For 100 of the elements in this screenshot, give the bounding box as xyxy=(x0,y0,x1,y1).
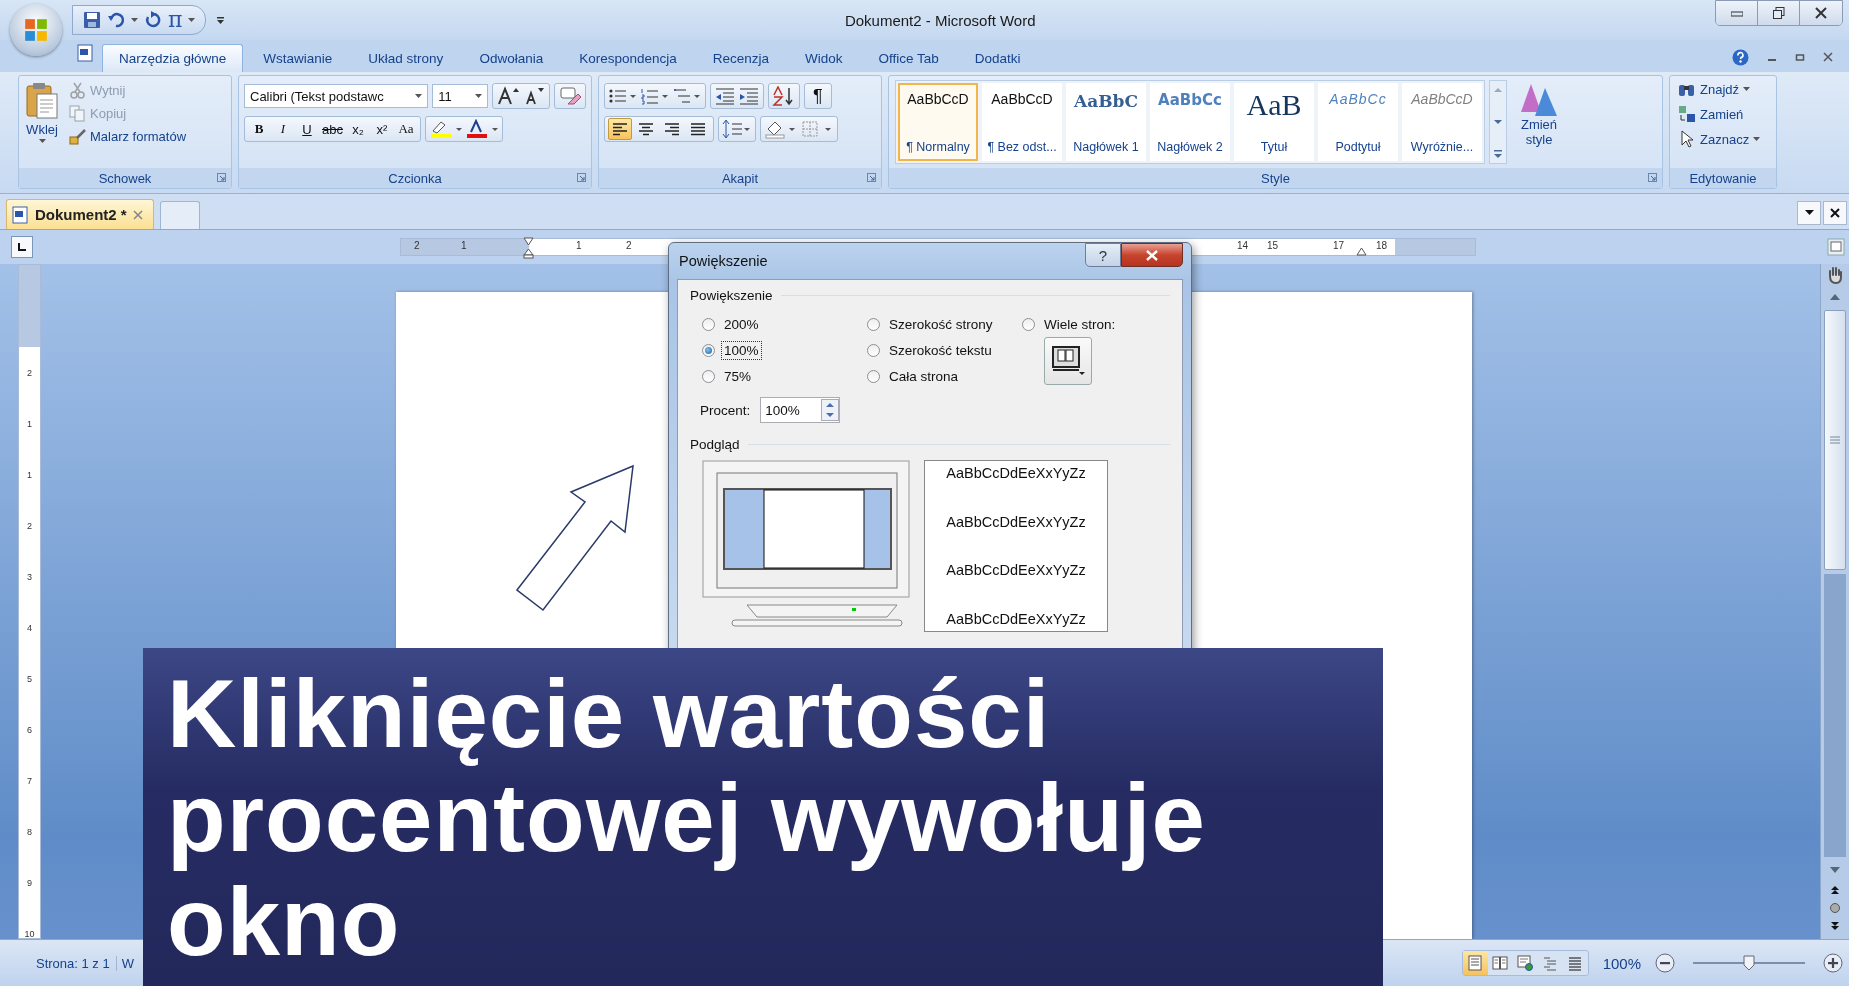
tab-selector-button[interactable] xyxy=(11,236,33,258)
zoom-out-icon[interactable] xyxy=(1655,953,1675,973)
indent-marker-icon[interactable] xyxy=(523,237,534,259)
grow-font-icon[interactable] xyxy=(496,86,520,106)
radio-button[interactable] xyxy=(867,343,880,357)
align-left-button[interactable] xyxy=(608,118,632,140)
ruler-toggle-icon[interactable] xyxy=(1827,238,1845,256)
ribbon-tab[interactable]: Korespondencja xyxy=(563,44,693,72)
many-pages-button[interactable] xyxy=(1044,337,1092,385)
font-name-field[interactable]: Calibri (Tekst podstawc xyxy=(244,84,429,108)
decrease-indent-icon[interactable] xyxy=(714,86,736,106)
format-button[interactable]: abc xyxy=(320,118,345,140)
option-label[interactable]: Cała strona xyxy=(886,366,962,386)
close-icon[interactable] xyxy=(132,209,143,220)
percent-field[interactable]: 100% xyxy=(760,397,841,423)
redo-icon[interactable] xyxy=(144,11,162,29)
style-tile[interactable]: AaBbC Nagłówek 1 xyxy=(1066,83,1146,161)
radio-button[interactable] xyxy=(702,369,715,383)
ribbon-tab[interactable]: Narzędzia główne xyxy=(102,44,244,72)
brush-icon[interactable] xyxy=(69,128,86,145)
caret-icon[interactable] xyxy=(188,17,196,23)
numbering-icon[interactable] xyxy=(640,86,670,106)
equation-button[interactable]: π xyxy=(168,9,183,31)
option-label[interactable]: Szerokość tekstu xyxy=(886,340,995,360)
restore-icon[interactable] xyxy=(1795,52,1805,62)
radio-button[interactable] xyxy=(867,369,880,383)
style-tile[interactable]: AaBbCc Nagłówek 2 xyxy=(1150,83,1230,161)
format-button[interactable]: Aa xyxy=(394,118,417,140)
undo-icon[interactable] xyxy=(107,11,125,29)
close-icon[interactable] xyxy=(1823,52,1833,62)
document-icon[interactable] xyxy=(76,44,94,62)
spin-buttons-icon[interactable] xyxy=(821,399,840,421)
paste-button[interactable]: Wklej xyxy=(23,80,61,164)
option-label[interactable]: 200% xyxy=(721,314,762,334)
customize-toolbar-icon[interactable] xyxy=(216,15,226,25)
scrollbar-thumb[interactable] xyxy=(1824,310,1846,570)
change-styles-button[interactable]: Zmień style xyxy=(1511,80,1567,164)
ribbon-tab[interactable]: Office Tab xyxy=(862,44,955,72)
option-label[interactable]: 75% xyxy=(721,366,755,386)
zoom-level[interactable]: 100% xyxy=(1602,954,1641,972)
cursor-icon[interactable] xyxy=(1678,130,1696,148)
help-icon[interactable] xyxy=(1732,48,1749,66)
ribbon-tab[interactable]: Recenzja xyxy=(696,44,786,72)
clipboard-action[interactable]: Malarz formatów xyxy=(90,129,187,144)
style-tile[interactable]: AaB Tytuł xyxy=(1234,83,1314,161)
page-count[interactable]: Strona: 1 z 1 xyxy=(0,955,117,971)
caret-icon[interactable] xyxy=(131,17,138,23)
shading-icon[interactable] xyxy=(764,119,798,139)
editing-action[interactable]: Zamień xyxy=(1700,106,1744,122)
close-button[interactable] xyxy=(1121,243,1183,267)
hand-icon[interactable] xyxy=(1826,266,1844,284)
style-tile[interactable]: AaBbCcD ¶ Bez odst... xyxy=(982,83,1062,161)
radio-button[interactable] xyxy=(702,343,715,357)
format-button[interactable]: I xyxy=(272,118,294,140)
office-button[interactable] xyxy=(10,4,62,56)
ribbon-tab[interactable]: Układ strony xyxy=(352,44,460,72)
slider-thumb[interactable] xyxy=(1743,955,1755,971)
help-button[interactable]: ? xyxy=(1085,243,1121,267)
dialog-launcher-icon[interactable] xyxy=(867,173,876,182)
font-color-icon[interactable] xyxy=(464,119,499,139)
print-layout-button[interactable] xyxy=(1462,951,1488,975)
format-button[interactable]: x₂ xyxy=(346,118,369,140)
caret-icon[interactable] xyxy=(1753,136,1761,142)
radio-button[interactable] xyxy=(1022,317,1035,331)
dialog-launcher-icon[interactable] xyxy=(1648,173,1657,182)
option-label[interactable]: Szerokość strony xyxy=(886,314,996,334)
close-button[interactable] xyxy=(1800,1,1842,25)
browse-object-icon[interactable] xyxy=(1828,901,1842,915)
highlight-icon[interactable] xyxy=(428,119,463,139)
show-formatting-button[interactable]: ¶ xyxy=(804,83,832,109)
replace-icon[interactable] xyxy=(1678,105,1696,123)
style-tile[interactable]: AaBbCc Podtytuł xyxy=(1318,83,1398,161)
dialog-launcher-icon[interactable] xyxy=(577,173,586,182)
style-tile[interactable]: AaBbCcD Wyróżnie... xyxy=(1402,83,1482,161)
tab-list-button[interactable] xyxy=(1797,201,1821,225)
restore-button[interactable] xyxy=(1758,1,1800,25)
word-count[interactable]: W xyxy=(116,955,138,971)
editing-action[interactable]: Znajdź xyxy=(1700,81,1740,97)
ribbon-tab[interactable]: Odwołania xyxy=(463,44,560,72)
radio-button[interactable] xyxy=(702,317,715,331)
editing-action[interactable]: Zaznacz xyxy=(1700,131,1750,147)
zoom-in-icon[interactable] xyxy=(1823,953,1843,973)
format-button[interactable]: B xyxy=(248,118,270,140)
ribbon-tab[interactable]: Wstawianie xyxy=(247,44,349,72)
style-tile[interactable]: AaBbCcD ¶ Normalny xyxy=(898,83,978,161)
increase-indent-icon[interactable] xyxy=(738,86,760,106)
dialog-launcher-icon[interactable] xyxy=(217,173,226,182)
caret-icon[interactable] xyxy=(1743,86,1751,92)
indent-marker-icon[interactable] xyxy=(1356,247,1367,257)
close-tab-button[interactable] xyxy=(1823,201,1847,225)
radio-button[interactable] xyxy=(867,317,880,331)
option-label[interactable]: 100% xyxy=(721,340,762,360)
ribbon-tab[interactable]: Dodatki xyxy=(958,44,1037,72)
format-button[interactable]: U xyxy=(296,118,318,140)
format-button[interactable]: x² xyxy=(370,118,393,140)
option-label[interactable]: Wiele stron: xyxy=(1041,314,1119,334)
save-icon[interactable] xyxy=(83,11,101,29)
font-size-field[interactable]: 11 xyxy=(432,84,488,108)
document-tab[interactable]: Dokument2 * xyxy=(6,199,154,229)
multilevel-list-icon[interactable] xyxy=(672,86,702,106)
